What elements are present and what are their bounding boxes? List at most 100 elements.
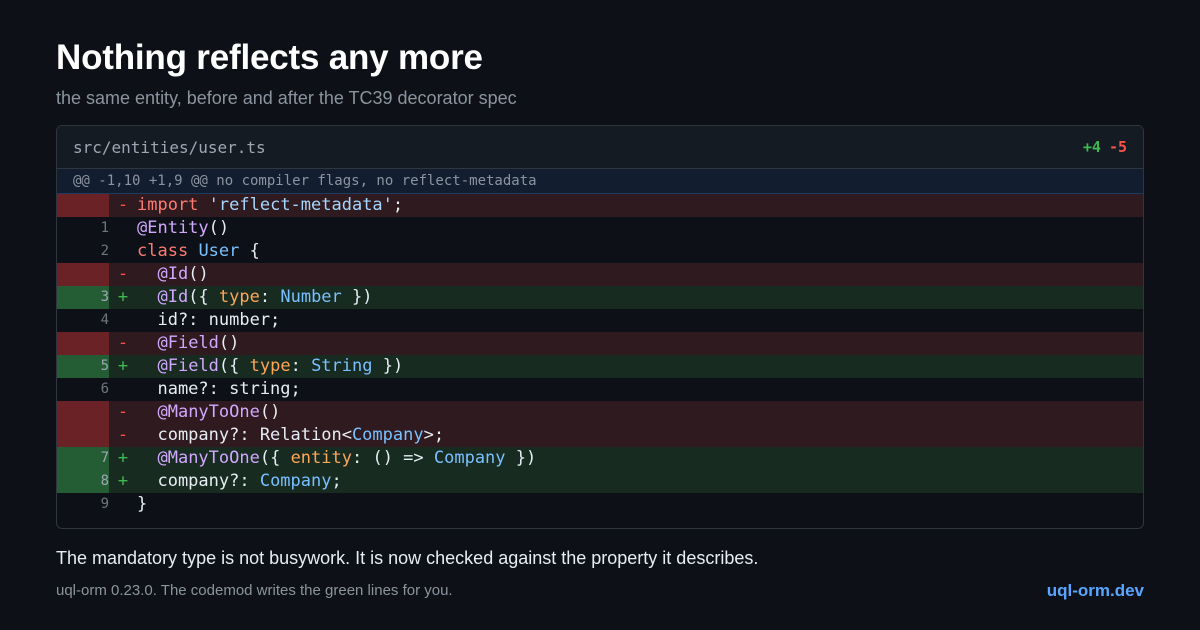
line-number: 9	[57, 493, 109, 516]
code-token: ;	[331, 471, 342, 491]
code-token: Company	[433, 448, 506, 468]
code-token: name?: string;	[137, 379, 301, 399]
code-token: type	[249, 356, 291, 376]
caption: The mandatory type is not busywork. It i…	[56, 548, 759, 568]
line-number	[57, 194, 109, 217]
code-token: class	[137, 241, 189, 261]
line-number-text: 5	[100, 358, 109, 374]
diff-marker	[109, 493, 137, 516]
diff-lines: - import 'reflect-metadata'; 1 @Entity() 2 cl…	[57, 194, 1143, 516]
code-text: @Field({ type: String })	[137, 355, 403, 378]
diff-line-add: 5 + @Field({ type: String })	[57, 355, 1143, 378]
site-link[interactable]: uql-orm.dev	[1047, 581, 1144, 601]
code-token: entity	[290, 448, 352, 468]
code-token: @Id	[157, 264, 189, 284]
code-token: })	[372, 356, 404, 376]
hunk-header: @@ -1,10 +1,9 @@ no compiler flags, no r…	[57, 169, 1143, 194]
code-token: @Entity	[137, 218, 209, 238]
line-number-text: 4	[100, 312, 109, 328]
diff-marker	[109, 240, 137, 263]
line-number: 2	[57, 240, 109, 263]
diff-marker: -	[117, 264, 129, 284]
code-token: {	[239, 241, 260, 261]
diff-line-del: - @ManyToOne()	[57, 401, 1143, 424]
code-text: @ManyToOne({ entity: () => Company })	[137, 447, 536, 470]
line-number: 5	[57, 355, 109, 378]
code-token: @ManyToOne	[157, 448, 260, 468]
line-number	[57, 332, 109, 355]
code-token: ({	[218, 356, 250, 376]
code-token: 'reflect-metadata'	[208, 195, 393, 215]
code-token: String	[311, 356, 373, 376]
line-number: 1	[57, 217, 109, 240]
diff-marker	[109, 217, 137, 240]
line-number-text: 8	[100, 473, 109, 489]
footer-note: uql-orm 0.23.0. The codemod writes the g…	[56, 582, 453, 599]
code-token: ;	[392, 195, 404, 215]
diff-line-del: - company?: Relation<Company>;	[57, 424, 1143, 447]
diff-marker: -	[117, 425, 129, 445]
code-token: User	[198, 241, 240, 261]
code-token: @ManyToOne	[157, 402, 260, 422]
diff-marker	[109, 309, 137, 332]
code-text: company?: Relation<Company>;	[137, 424, 444, 447]
code-token: : () =>	[351, 448, 434, 468]
code-token: ()	[259, 402, 281, 422]
code-text: name?: string;	[137, 378, 301, 401]
code-token: ({	[259, 448, 291, 468]
code-token: }	[137, 494, 148, 514]
diff-marker: -	[117, 402, 129, 422]
diff-line-add: 3 + @Id({ type: Number })	[57, 286, 1143, 309]
code-text: id?: number;	[137, 309, 280, 332]
code-token: Number	[280, 287, 342, 307]
code-token: ({	[188, 287, 219, 307]
code-text: @ManyToOne()	[137, 401, 280, 424]
diff-marker: +	[117, 356, 129, 376]
code-token: Company	[259, 471, 332, 491]
diff-line-ctx: 2 class User {	[57, 240, 1143, 263]
diff-marker	[109, 378, 137, 401]
line-number	[57, 263, 109, 286]
line-number: 4	[57, 309, 109, 332]
line-number-text: 3	[100, 289, 109, 305]
additions-count: +4	[1082, 138, 1101, 156]
diff-marker: +	[117, 448, 129, 468]
diff-line-del: - @Id()	[57, 263, 1143, 286]
diff-stats: +4 -5	[1083, 138, 1127, 156]
code-token: :	[290, 356, 312, 376]
diff-line-add: 8 + company?: Company;	[57, 470, 1143, 493]
code-token: id?: number;	[137, 310, 281, 330]
diff-marker: -	[117, 195, 129, 215]
line-number: 6	[57, 378, 109, 401]
line-number: 3	[57, 286, 109, 309]
diff-filename[interactable]: src/entities/user.ts	[73, 138, 266, 157]
diff-line-ctx: 6 name?: string;	[57, 378, 1143, 401]
code-token: Company	[351, 425, 424, 445]
diff-marker: +	[117, 471, 129, 491]
code-token: company?: Relation<	[137, 425, 352, 445]
diff-line-del: - import 'reflect-metadata';	[57, 194, 1143, 217]
code-token: @Id	[157, 287, 189, 307]
page-title: Nothing reflects any more	[56, 38, 483, 77]
code-token: import	[137, 195, 199, 215]
deletions-count: -5	[1108, 138, 1127, 156]
code-token: })	[505, 448, 537, 468]
line-number-text: 1	[100, 220, 109, 236]
line-number-text: 6	[100, 381, 109, 397]
code-token: ()	[208, 218, 230, 238]
code-token: @Field	[157, 356, 219, 376]
code-token: company?:	[137, 471, 260, 491]
diff-line-del: - @Field()	[57, 332, 1143, 355]
code-text: @Entity()	[137, 217, 229, 240]
code-text: @Id({ type: Number })	[137, 286, 372, 309]
diff-file-header: src/entities/user.ts +4 -5	[57, 126, 1143, 169]
code-text: class User {	[137, 240, 260, 263]
code-text: @Field()	[137, 332, 239, 355]
